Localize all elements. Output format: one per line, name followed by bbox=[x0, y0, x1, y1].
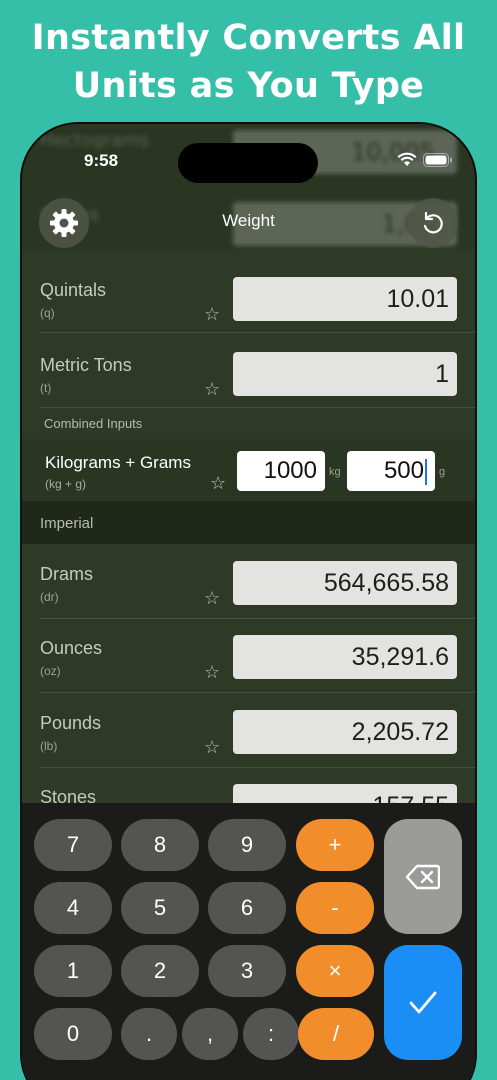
key-4[interactable]: 4 bbox=[34, 882, 112, 934]
dynamic-island bbox=[178, 143, 318, 183]
key-multiply[interactable]: × bbox=[296, 945, 374, 997]
unit-value-field[interactable]: 1 bbox=[233, 352, 457, 396]
key-0[interactable]: 0 bbox=[34, 1008, 112, 1060]
text-caret bbox=[425, 458, 427, 485]
favorite-star-icon[interactable]: ☆ bbox=[204, 737, 220, 758]
combined-row-kg-g: Kilograms + Grams (kg + g) ☆ 1000 kg 500… bbox=[22, 439, 475, 501]
unit-abbr: (dr) bbox=[40, 590, 59, 604]
key-minus[interactable]: - bbox=[296, 882, 374, 934]
favorite-star-icon[interactable]: ☆ bbox=[204, 379, 220, 400]
key-5[interactable]: 5 bbox=[121, 882, 199, 934]
wifi-icon bbox=[397, 152, 417, 166]
unit-row-ounces: Ounces (oz) ☆ 35,291.6 bbox=[22, 626, 475, 700]
numeric-keypad: 7 8 9 + 4 5 6 - 1 2 3 × 0 . , : / bbox=[22, 803, 475, 1080]
unit-abbr: (t) bbox=[40, 381, 52, 395]
key-3[interactable]: 3 bbox=[208, 945, 286, 997]
delete-button[interactable] bbox=[384, 819, 462, 934]
favorite-star-icon[interactable]: ☆ bbox=[204, 304, 220, 325]
grams-input[interactable]: 500 bbox=[347, 451, 435, 491]
key-comma[interactable]: , bbox=[182, 1008, 238, 1060]
status-icons bbox=[397, 152, 453, 167]
unit-row-pounds: Pounds (lb) ☆ 2,205.72 bbox=[22, 701, 475, 775]
favorite-star-icon[interactable]: ☆ bbox=[204, 588, 220, 609]
combined-unit-abbr: (kg + g) bbox=[45, 477, 87, 491]
row-divider bbox=[40, 692, 475, 693]
unit-row-drams: Drams (dr) ☆ 564,665.58 bbox=[22, 552, 475, 626]
row-divider bbox=[40, 618, 475, 619]
app-screen: Hectograms 10,005 Grams 1,00 9:58 bbox=[22, 124, 475, 1080]
status-time: 9:58 bbox=[84, 151, 119, 170]
unit-value-field[interactable]: 35,291.6 bbox=[233, 635, 457, 679]
kilograms-input[interactable]: 1000 bbox=[237, 451, 325, 491]
key-8[interactable]: 8 bbox=[121, 819, 199, 871]
key-1[interactable]: 1 bbox=[34, 945, 112, 997]
unit-value-field[interactable]: 2,205.72 bbox=[233, 710, 457, 754]
unit-row-metric-tons: Metric Tons (t) ☆ 1 bbox=[22, 343, 475, 417]
confirm-button[interactable] bbox=[384, 945, 462, 1060]
key-6[interactable]: 6 bbox=[208, 882, 286, 934]
promo-line-1: Instantly Converts All bbox=[31, 18, 466, 58]
unit-abbr: (lb) bbox=[40, 739, 58, 753]
grams-unit-label: g bbox=[439, 466, 446, 478]
key-colon[interactable]: : bbox=[243, 1008, 299, 1060]
row-divider bbox=[40, 407, 475, 408]
key-7[interactable]: 7 bbox=[34, 819, 112, 871]
row-divider bbox=[40, 332, 475, 333]
key-decimal-point[interactable]: . bbox=[121, 1008, 177, 1060]
key-divide[interactable]: / bbox=[298, 1008, 374, 1060]
section-header-imperial: Imperial bbox=[40, 515, 94, 532]
phone-frame: Hectograms 10,005 Grams 1,00 9:58 bbox=[20, 122, 477, 1080]
kilograms-unit-label: kg bbox=[329, 466, 341, 478]
favorite-star-icon[interactable]: ☆ bbox=[204, 662, 220, 683]
favorite-star-icon[interactable]: ☆ bbox=[210, 473, 226, 494]
unit-value-field[interactable]: 564,665.58 bbox=[233, 561, 457, 605]
checkmark-icon bbox=[409, 991, 437, 1013]
reset-button[interactable] bbox=[408, 198, 458, 248]
combined-unit-name: Kilograms + Grams bbox=[45, 453, 191, 472]
section-header-combined: Combined Inputs bbox=[44, 416, 143, 431]
row-divider bbox=[40, 767, 475, 768]
key-2[interactable]: 2 bbox=[121, 945, 199, 997]
unit-name: Quintals bbox=[40, 280, 107, 300]
unit-abbr: (oz) bbox=[40, 664, 61, 678]
unit-value-field[interactable]: 10.01 bbox=[233, 277, 457, 321]
unit-abbr: (q) bbox=[40, 306, 55, 320]
key-plus[interactable]: + bbox=[296, 819, 374, 871]
unit-name: Pounds bbox=[40, 713, 102, 733]
unit-name: Drams bbox=[40, 564, 93, 584]
backspace-icon bbox=[406, 864, 440, 889]
promo-headline: Instantly Converts All Units as You Type bbox=[0, 14, 497, 110]
battery-icon bbox=[423, 152, 452, 167]
reset-arrow-icon bbox=[423, 211, 443, 234]
unit-name: Ounces bbox=[40, 638, 103, 658]
grams-value: 500 bbox=[383, 457, 424, 484]
unit-row-quintals: Quintals (q) ☆ 10.01 bbox=[22, 268, 475, 342]
unit-name: Metric Tons bbox=[40, 355, 132, 375]
promo-line-2: Units as You Type bbox=[72, 66, 425, 106]
key-9[interactable]: 9 bbox=[208, 819, 286, 871]
